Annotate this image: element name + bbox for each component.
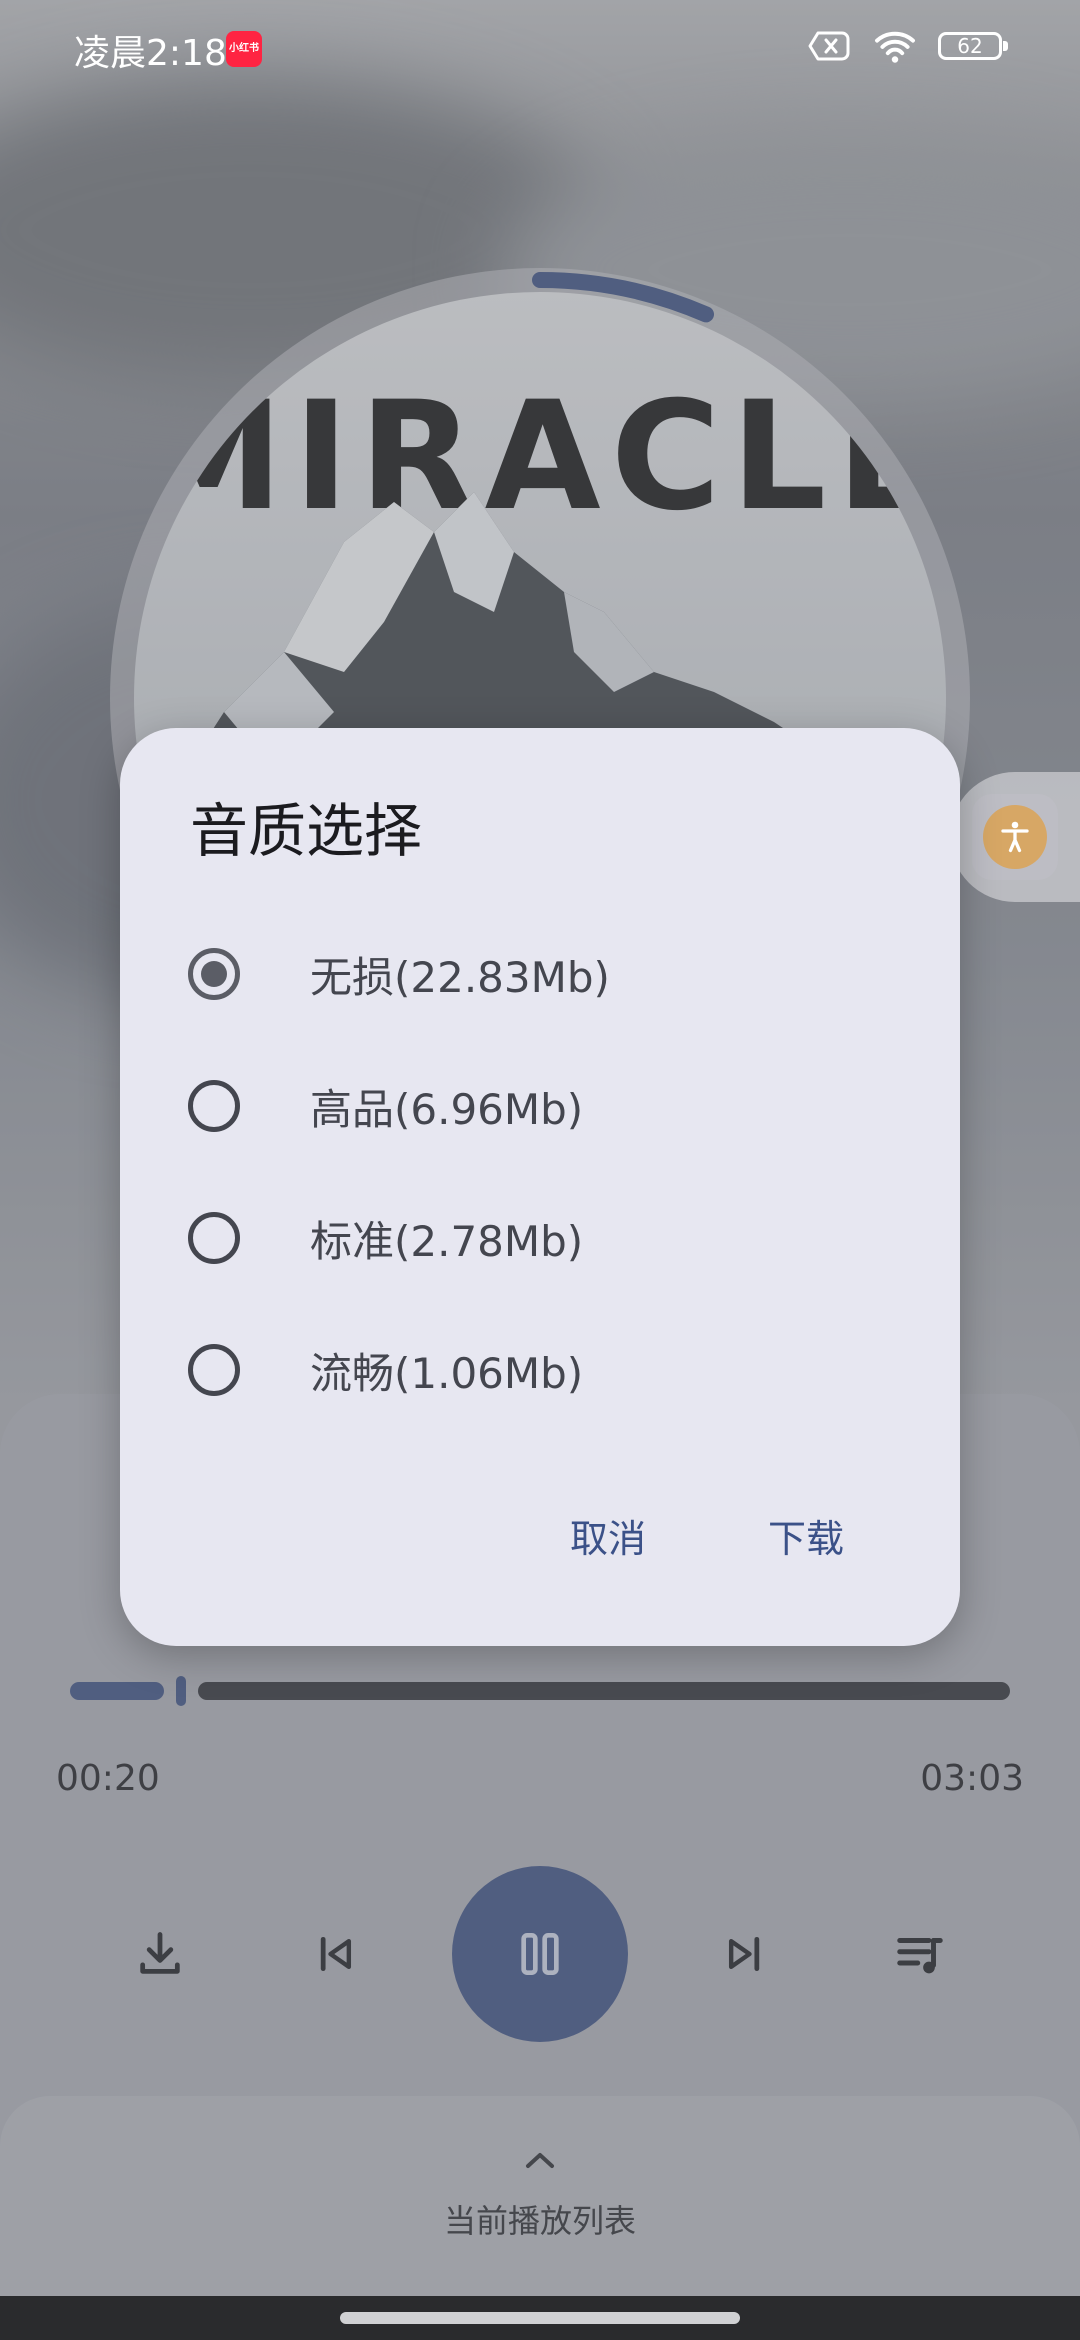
quality-option-label: 标准(2.78Mb) (310, 1216, 584, 1266)
status-bar: 凌晨2:18 小红书 62 (0, 0, 1080, 100)
accessibility-icon (983, 805, 1047, 869)
radio-button[interactable] (188, 1344, 240, 1396)
quality-option-high[interactable]: 高品(6.96Mb) (180, 1046, 900, 1166)
quality-option-smooth[interactable]: 流畅(1.06Mb) (180, 1310, 900, 1430)
radio-button[interactable] (188, 1212, 240, 1264)
quality-option-label: 无损(22.83Mb) (310, 952, 610, 1002)
battery-icon: 62 (938, 32, 1008, 60)
no-sim-icon (808, 31, 850, 61)
download-confirm-button[interactable]: 下载 (768, 1508, 844, 1563)
radio-dot (201, 961, 227, 987)
quality-option-label: 高品(6.96Mb) (310, 1084, 584, 1134)
dialog-title: 音质选择 (190, 797, 423, 865)
quality-option-label: 流畅(1.06Mb) (310, 1348, 584, 1398)
radio-button[interactable] (188, 1080, 240, 1132)
quality-option-lossless[interactable]: 无损(22.83Mb) (180, 914, 900, 1034)
quality-option-standard[interactable]: 标准(2.78Mb) (180, 1178, 900, 1298)
cancel-button[interactable]: 取消 (570, 1508, 646, 1563)
xiaohongshu-app-icon: 小红书 (226, 31, 262, 67)
radio-button-selected[interactable] (188, 948, 240, 1000)
accessibility-button[interactable] (972, 794, 1058, 880)
music-player-screen: MIRACLE 00:20 03:03 当前播放列表 凌晨2:18 小红书 62… (0, 0, 1080, 2340)
wifi-icon (875, 31, 915, 63)
status-time: 凌晨2:18 (74, 33, 227, 74)
status-icons: 62 (808, 28, 1008, 64)
audio-quality-dialog: 音质选择 无损(22.83Mb) 高品(6.96Mb) 标准(2.78Mb) 流… (120, 728, 960, 1646)
